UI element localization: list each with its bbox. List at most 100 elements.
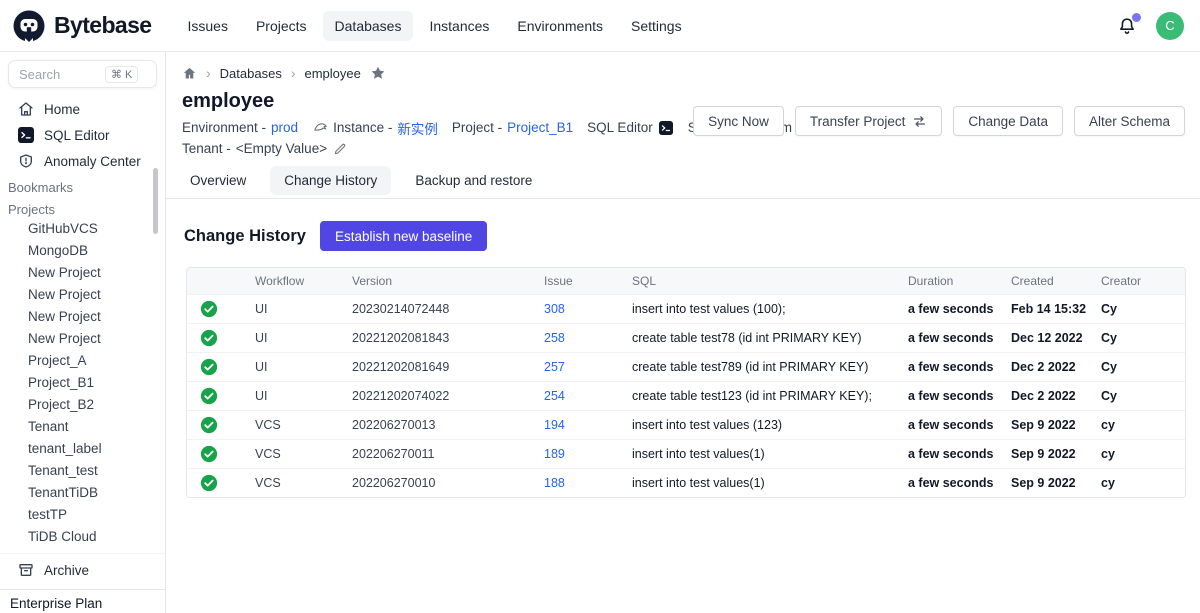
nav-item-databases[interactable]: Databases <box>323 11 414 41</box>
sidebar-project-githubvcs[interactable]: GitHubVCS <box>0 218 165 240</box>
sidebar: ⌘ K Home SQL Editor Anomaly Center Bookm… <box>0 52 166 613</box>
table-row[interactable]: VCS 202206270011 189 insert into test va… <box>187 439 1185 468</box>
success-check-icon <box>187 445 255 463</box>
table-row[interactable]: UI 20221202074022 254 create table test1… <box>187 381 1185 410</box>
sidebar-project-project-b2[interactable]: Project_B2 <box>0 394 165 416</box>
sidebar-item-anomaly-center[interactable]: Anomaly Center <box>0 148 165 174</box>
tab-overview[interactable]: Overview <box>176 166 260 195</box>
archive-icon <box>18 562 34 578</box>
sidebar-project-tenanttidb[interactable]: TenantTiDB <box>0 482 165 504</box>
success-check-icon <box>187 416 255 434</box>
sync-now-button[interactable]: Sync Now <box>693 106 784 136</box>
nav-item-environments[interactable]: Environments <box>505 11 615 41</box>
search-input[interactable] <box>19 67 105 82</box>
primary-nav: Issues Projects Databases Instances Envi… <box>175 11 693 41</box>
environment-link[interactable]: prod <box>271 120 298 135</box>
transfer-project-button[interactable]: Transfer Project <box>795 106 943 136</box>
breadcrumb-separator: › <box>206 65 211 81</box>
breadcrumb-separator: › <box>291 65 296 81</box>
col-version: Version <box>352 274 544 288</box>
col-sql: SQL <box>632 274 908 288</box>
issue-link[interactable]: 258 <box>544 331 632 345</box>
sidebar-item-home[interactable]: Home <box>0 96 165 122</box>
issue-link[interactable]: 308 <box>544 302 632 316</box>
bookmarks-section-label: Bookmarks <box>0 174 165 196</box>
tab-divider <box>166 198 1200 199</box>
sidebar-project-new-project-2[interactable]: New Project <box>0 284 165 306</box>
sidebar-project-tenant-test[interactable]: Tenant_test <box>0 460 165 482</box>
nav-item-projects[interactable]: Projects <box>244 11 319 41</box>
edit-pencil-icon[interactable] <box>332 141 348 157</box>
sidebar-project-tidb-cloud[interactable]: TiDB Cloud <box>0 526 165 548</box>
sidebar-item-label: Anomaly Center <box>44 154 141 169</box>
bytebase-logo[interactable]: Bytebase <box>12 9 151 43</box>
breadcrumb-home-icon[interactable] <box>182 66 197 81</box>
success-check-icon <box>187 329 255 347</box>
tab-backup-and-restore[interactable]: Backup and restore <box>401 166 546 195</box>
sidebar-item-sql-editor[interactable]: SQL Editor <box>0 122 165 148</box>
sidebar-project-mongodb[interactable]: MongoDB <box>0 240 165 262</box>
bookmark-star-icon[interactable] <box>370 65 386 81</box>
projects-section-label: Projects <box>0 196 165 218</box>
table-row[interactable]: VCS 202206270013 194 insert into test va… <box>187 410 1185 439</box>
issue-link[interactable]: 194 <box>544 418 632 432</box>
sidebar-item-label: Archive <box>44 563 89 578</box>
bytebase-logo-icon <box>12 9 46 43</box>
issue-link[interactable]: 188 <box>544 476 632 490</box>
success-check-icon <box>187 387 255 405</box>
sidebar-project-testtp[interactable]: testTP <box>0 504 165 526</box>
table-row[interactable]: UI 20230214072448 308 insert into test v… <box>187 294 1185 323</box>
table-row[interactable]: VCS 202206270010 188 insert into test va… <box>187 468 1185 497</box>
transfer-arrows-icon <box>912 114 927 129</box>
tenant-label: Tenant - <box>182 141 231 156</box>
breadcrumb: › Databases › employee <box>166 52 1200 81</box>
search-box[interactable]: ⌘ K <box>8 60 157 88</box>
brand-name: Bytebase <box>54 12 151 39</box>
breadcrumb-item-databases[interactable]: Databases <box>220 66 282 81</box>
sidebar-project-project-a[interactable]: Project_A <box>0 350 165 372</box>
table-row[interactable]: UI 20221202081649 257 create table test7… <box>187 352 1185 381</box>
sidebar-project-new-project-1[interactable]: New Project <box>0 262 165 284</box>
tenant-value: <Empty Value> <box>236 141 327 156</box>
nav-item-instances[interactable]: Instances <box>417 11 501 41</box>
alter-schema-button[interactable]: Alter Schema <box>1074 106 1185 136</box>
sidebar-project-new-project-3[interactable]: New Project <box>0 306 165 328</box>
terminal-icon <box>658 120 674 136</box>
sidebar-item-label: Home <box>44 102 80 117</box>
nav-item-issues[interactable]: Issues <box>175 11 239 41</box>
change-history-table: Workflow Version Issue SQL Duration Crea… <box>186 267 1186 498</box>
col-created: Created <box>1011 274 1101 288</box>
establish-baseline-button[interactable]: Establish new baseline <box>320 221 487 251</box>
sidebar-item-archive[interactable]: Archive <box>0 557 165 583</box>
sidebar-project-new-project-4[interactable]: New Project <box>0 328 165 350</box>
col-workflow: Workflow <box>255 274 352 288</box>
success-check-icon <box>187 474 255 492</box>
nav-item-settings[interactable]: Settings <box>619 11 694 41</box>
sidebar-project-project-b1[interactable]: Project_B1 <box>0 372 165 394</box>
instance-link[interactable]: 新实例 <box>397 118 438 138</box>
tab-bar: Overview Change History Backup and resto… <box>176 166 1200 195</box>
terminal-icon <box>18 127 34 143</box>
notifications-button[interactable] <box>1116 15 1138 37</box>
search-shortcut-kbd: ⌘ K <box>105 66 138 83</box>
issue-link[interactable]: 257 <box>544 360 632 374</box>
sidebar-project-tenant[interactable]: Tenant <box>0 416 165 438</box>
notification-dot <box>1132 13 1141 22</box>
tab-change-history[interactable]: Change History <box>270 166 391 195</box>
issue-link[interactable]: 189 <box>544 447 632 461</box>
project-link[interactable]: Project_B1 <box>507 120 573 135</box>
table-header-row: Workflow Version Issue SQL Duration Crea… <box>187 268 1185 294</box>
change-data-button[interactable]: Change Data <box>953 106 1063 136</box>
sql-editor-shortcut[interactable]: SQL Editor <box>587 120 674 136</box>
plan-badge[interactable]: Enterprise Plan <box>0 589 165 613</box>
sidebar-scrollbar[interactable] <box>153 168 158 234</box>
issue-link[interactable]: 254 <box>544 389 632 403</box>
table-row[interactable]: UI 20221202081843 258 create table test7… <box>187 323 1185 352</box>
sidebar-item-label: SQL Editor <box>44 128 110 143</box>
db-engine-icon <box>312 120 328 136</box>
user-avatar[interactable]: C <box>1156 12 1184 40</box>
success-check-icon <box>187 358 255 376</box>
col-duration: Duration <box>908 274 1011 288</box>
sidebar-divider <box>0 553 165 554</box>
sidebar-project-tenant-label[interactable]: tenant_label <box>0 438 165 460</box>
